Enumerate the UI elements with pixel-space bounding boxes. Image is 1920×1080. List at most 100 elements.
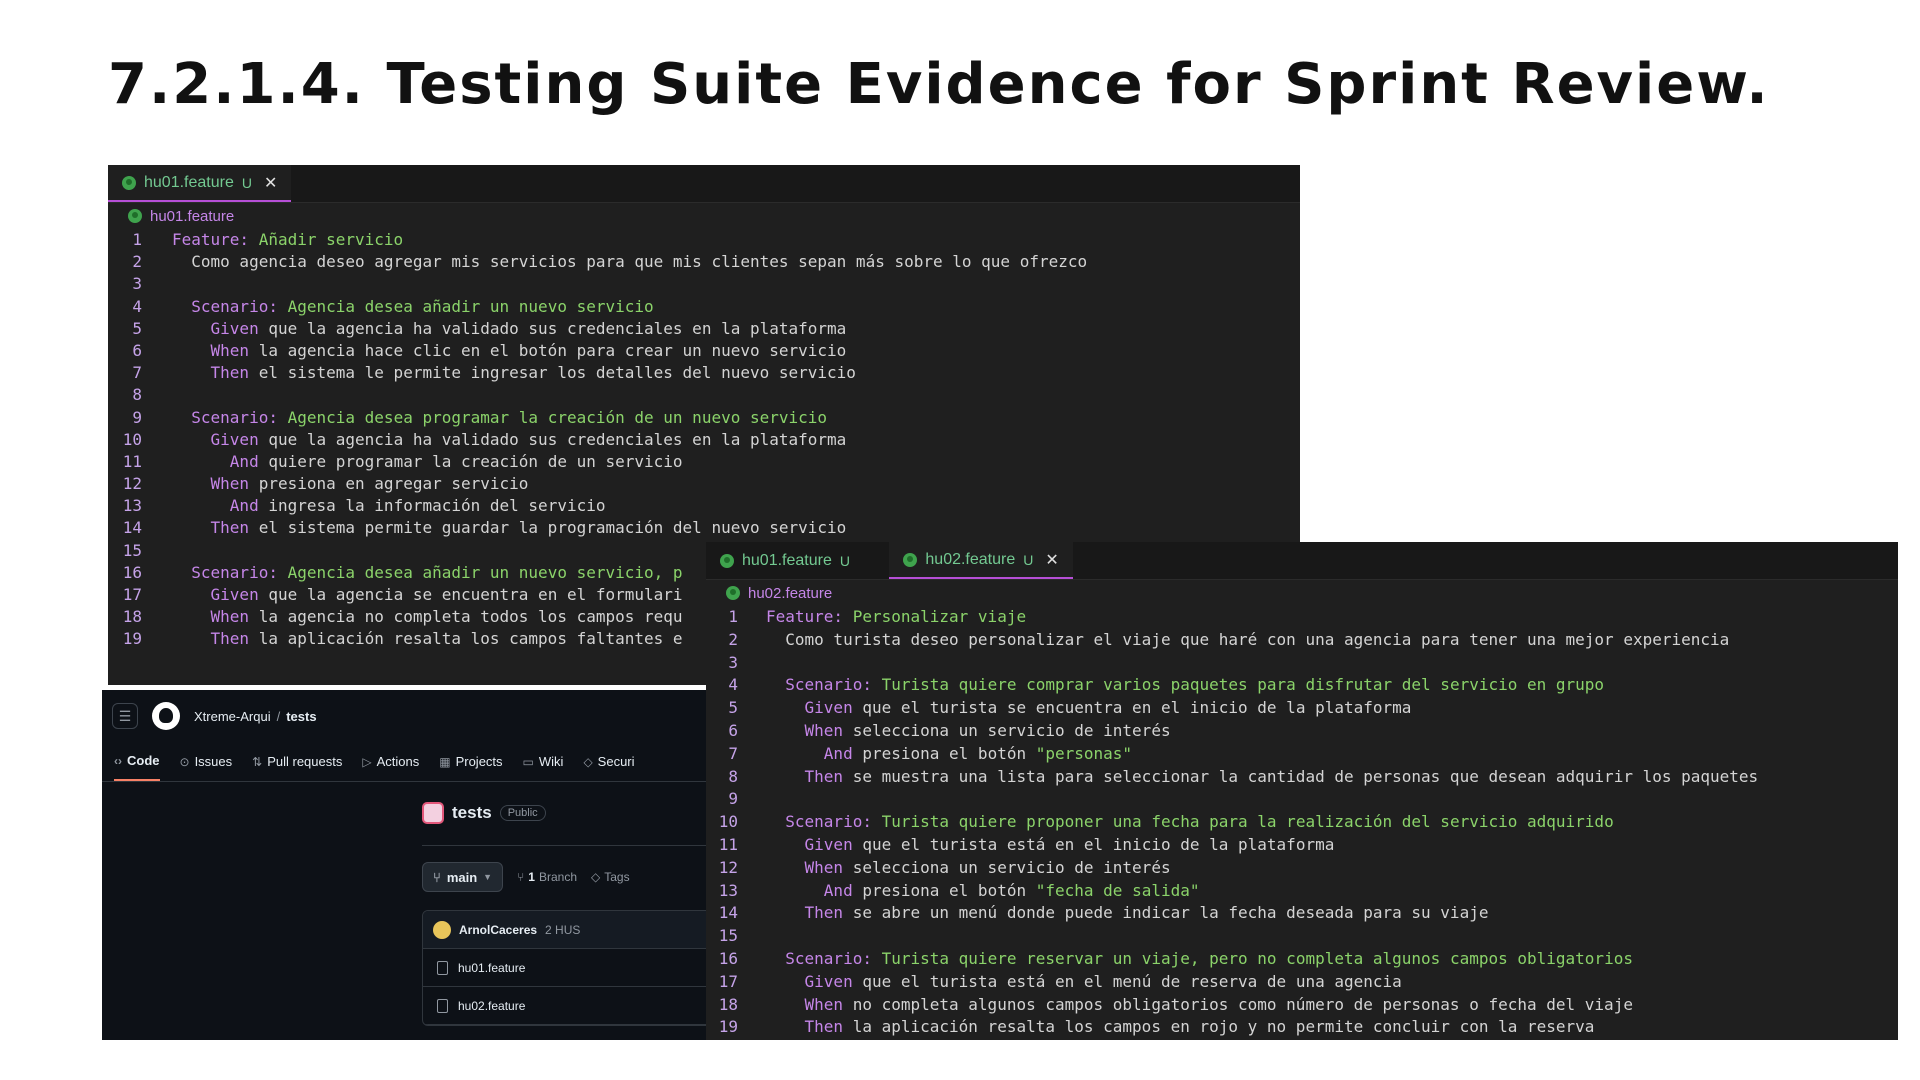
repo-owner-link[interactable]: Xtreme-Arqui	[194, 709, 271, 724]
tab-hu01-feature[interactable]: hu01.feature U ✕	[706, 542, 889, 579]
gherkin-keyword: Then	[804, 1017, 844, 1037]
line-text: quiere programar la creación de un servi…	[258, 451, 683, 471]
line-number: 9	[728, 789, 738, 809]
tab-label: hu01.feature	[144, 173, 234, 191]
file-row[interactable]: hu02.feature	[423, 987, 706, 1025]
line-number: 10	[718, 812, 738, 832]
code-line: 2 Como turista deseo personalizar el via…	[706, 629, 1898, 652]
line-number: 7	[132, 363, 142, 383]
code-line: 12 When selecciona un servicio de interé…	[706, 857, 1898, 880]
tab-hu01-feature[interactable]: hu01.feature U ✕	[108, 165, 292, 202]
branch-row: ⑂ main ▼ ⑂ 1 Branch ◇ Tags	[422, 862, 630, 892]
line-number: 17	[122, 585, 142, 604]
menu-icon[interactable]: ☰	[112, 703, 138, 729]
code-line: 19 Then la aplicación resalta los campos…	[706, 1016, 1898, 1039]
branch-select-button[interactable]: ⑂ main ▼	[422, 862, 504, 892]
line-number: 4	[132, 296, 142, 316]
code-line: 8	[108, 384, 1300, 406]
repo-path: Xtreme-Arqui / tests	[194, 709, 317, 724]
tab-security[interactable]: ◇ Securi	[583, 742, 634, 781]
tab-label: hu01.feature	[742, 551, 832, 569]
line-text: Turista quiere comprar varios paquetes p…	[871, 675, 1605, 695]
editor-hu02: hu01.feature U ✕ hu02.feature U ✕ hu02.f…	[706, 542, 1898, 1040]
commit-message[interactable]: 2 HUS	[545, 923, 580, 937]
code-line: 10 Scenario: Turista quiere proponer una…	[706, 811, 1898, 834]
branches-link[interactable]: ⑂ 1 Branch	[517, 870, 577, 884]
slide-title: 7.2.1.4. Testing Suite Evidence for Spri…	[108, 52, 1770, 117]
tab-pull-requests[interactable]: ⇅ Pull requests	[252, 742, 342, 781]
file-name[interactable]: hu01.feature	[458, 961, 525, 975]
close-icon[interactable]: ✕	[264, 173, 277, 193]
commit-author[interactable]: ArnolCaceres	[459, 923, 537, 937]
line-number: 7	[728, 743, 738, 763]
path-separator: /	[276, 708, 281, 724]
line-text: el sistema permite guardar la programaci…	[249, 518, 847, 538]
line-number: 9	[132, 407, 142, 427]
code-line: 3	[706, 652, 1898, 675]
github-header: ☰ Xtreme-Arqui / tests	[102, 690, 706, 742]
tab-actions[interactable]: ▷ Actions	[362, 742, 419, 781]
breadcrumb[interactable]: hu01.feature	[108, 203, 1300, 229]
close-icon[interactable]: ✕	[1045, 550, 1058, 570]
gherkin-keyword: When	[804, 857, 844, 877]
code-line: 14 Then se abre un menú donde puede indi…	[706, 902, 1898, 925]
repo-name-link[interactable]: tests	[286, 709, 316, 724]
code-line: 11 And quiere programar la creación de u…	[108, 451, 1300, 473]
code-line: 17 Given que el turista está en el menú …	[706, 971, 1898, 994]
code-line: 8 Then se muestra una lista para selecci…	[706, 766, 1898, 789]
code-line: 4 Scenario: Agencia desea añadir un nuev…	[108, 296, 1300, 318]
line-number: 6	[728, 720, 738, 740]
line-text: presiona el botón	[852, 880, 1036, 900]
file-row[interactable]: hu01.feature	[423, 949, 706, 987]
tab-pull-requests-label: Pull requests	[267, 754, 343, 769]
tab-label: hu02.feature	[925, 550, 1016, 568]
branch-count: 1	[528, 870, 535, 884]
breadcrumb-label: hu02.feature	[748, 584, 833, 602]
cucumber-file-icon	[720, 553, 734, 568]
github-logo-icon[interactable]	[152, 702, 180, 730]
code-line: 4 Scenario: Turista quiere comprar vario…	[706, 674, 1898, 697]
code-line: 3	[108, 273, 1300, 295]
gherkin-keyword: Scenario:	[785, 812, 872, 832]
code-line: 11 Given que el turista está en el inici…	[706, 834, 1898, 857]
tab-code[interactable]: ‹› Code	[114, 742, 160, 781]
line-number: 14	[718, 903, 738, 923]
string-literal: "fecha de salida"	[1035, 880, 1200, 900]
code-line: 5 Given que la agencia ha validado sus c…	[108, 318, 1300, 340]
breadcrumb[interactable]: hu02.feature	[706, 580, 1898, 606]
tab-projects[interactable]: ▦ Projects	[439, 742, 502, 781]
cucumber-file-icon	[128, 209, 142, 223]
line-number: 15	[122, 540, 142, 560]
line-number: 3	[132, 274, 142, 294]
line-text: Añadir servicio	[249, 230, 404, 249]
line-number: 13	[122, 496, 142, 516]
line-text: la agencia hace clic en el botón para cr…	[249, 340, 847, 360]
string-literal: "personas"	[1035, 743, 1133, 763]
tab-wiki[interactable]: ▭ Wiki	[523, 742, 564, 781]
gherkin-keyword: Given	[210, 318, 259, 338]
repo-title: tests	[452, 803, 492, 822]
tab-hu02-feature[interactable]: hu02.feature U ✕	[889, 542, 1073, 579]
line-text: la aplicación resalta los campos en rojo…	[843, 1017, 1595, 1037]
line-text: el sistema le permite ingresar los detal…	[249, 363, 856, 383]
shield-icon: ◇	[583, 754, 593, 769]
file-name[interactable]: hu02.feature	[458, 999, 525, 1013]
tab-issues[interactable]: ⊙ Issues	[180, 742, 233, 781]
tab-status: U	[1023, 551, 1034, 568]
gherkin-keyword: Scenario:	[191, 296, 278, 316]
code-line: 12 When presiona en agregar servicio	[108, 473, 1300, 495]
code-area[interactable]: 1 Feature: Personalizar viaje 2 Como turis…	[706, 606, 1898, 1039]
line-number: 18	[122, 607, 142, 627]
line-number: 13	[718, 880, 738, 900]
tags-link[interactable]: ◇ Tags	[591, 870, 630, 884]
code-line: 1 Feature: Añadir servicio	[108, 229, 1300, 251]
code-line: 10 Given que la agencia ha validado sus …	[108, 429, 1300, 451]
book-icon: ▭	[522, 754, 534, 769]
line-text: presiona el botón	[852, 743, 1036, 763]
branch-name: main	[446, 869, 478, 885]
